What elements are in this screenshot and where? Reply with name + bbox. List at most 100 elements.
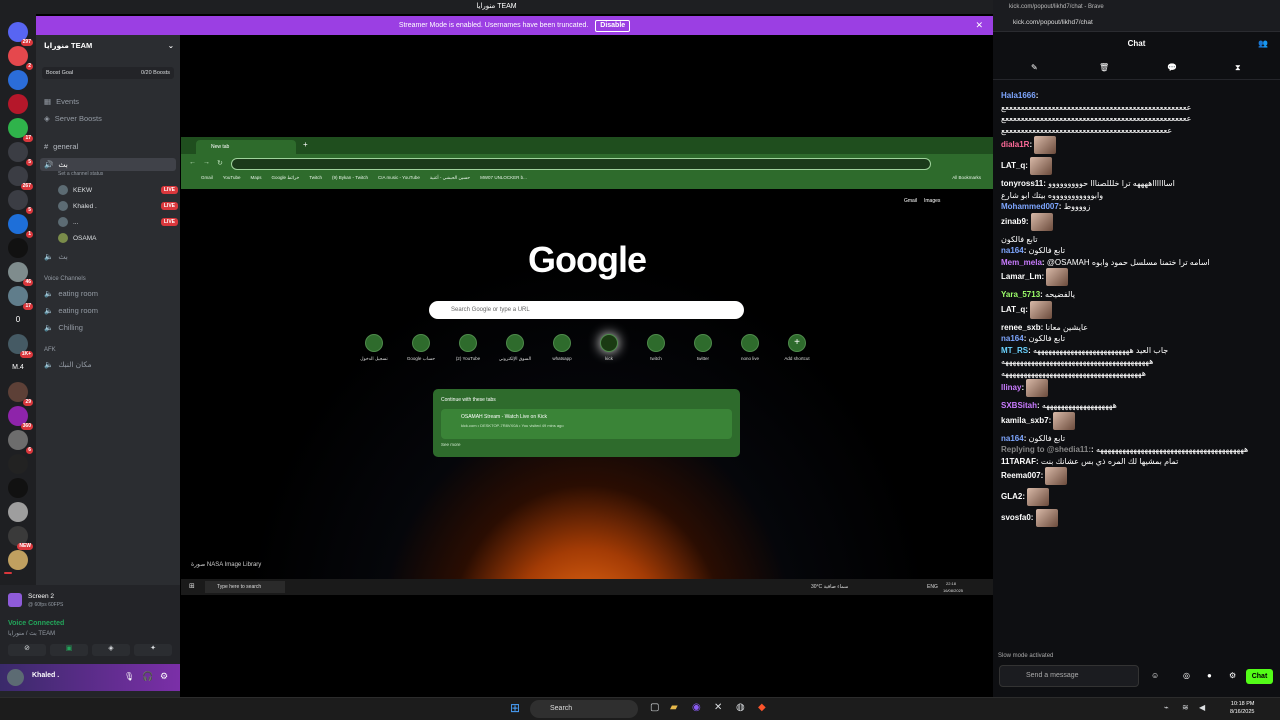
server-icon[interactable]: 2	[8, 46, 33, 70]
shortcut[interactable]: whatsapp	[539, 334, 585, 361]
task-view-icon[interactable]: ▢	[650, 702, 659, 713]
afk-section[interactable]: AFK	[44, 347, 56, 353]
forward-icon[interactable]: →	[203, 159, 210, 166]
voice-channel-active[interactable]: 🔊 بث	[40, 158, 176, 171]
server-icon[interactable]: 0	[8, 310, 28, 330]
address-bar[interactable]	[231, 158, 931, 170]
bookmark[interactable]: (9) Bykan - Twitch	[332, 175, 368, 185]
all-bookmarks[interactable]: All Bookmarks	[952, 175, 981, 185]
headphones-icon[interactable]: 🎧	[142, 671, 153, 682]
chat-input[interactable]: Send a message	[999, 665, 1139, 687]
chat-username[interactable]: Reema007	[1001, 471, 1041, 480]
server-icon[interactable]: 267	[8, 166, 33, 190]
pin-icon[interactable]: ✎	[1031, 63, 1038, 72]
voice-channel[interactable]: 🔈 بث	[44, 252, 68, 261]
app-icon[interactable]: ✕	[714, 702, 722, 713]
chat-send-button[interactable]: Chat	[1246, 669, 1273, 684]
gmail-link[interactable]: Gmail	[904, 198, 917, 204]
os-search-box[interactable]: Search	[530, 700, 638, 718]
chat-username[interactable]: Hala1666	[1001, 91, 1036, 100]
voice-user[interactable]: OSAMA	[58, 233, 178, 243]
chat-username[interactable]: 11TARAF	[1001, 457, 1036, 466]
chat-username[interactable]: Replying to @shedia11:	[1001, 445, 1091, 454]
hourglass-icon[interactable]: ⧗	[1235, 63, 1241, 73]
shortcut[interactable]: twitter	[680, 334, 726, 361]
windows-start-icon[interactable]: ⊞	[510, 701, 520, 715]
chat-username[interactable]: LAT_q	[1001, 161, 1025, 170]
brave-icon[interactable]: ◆	[758, 702, 766, 713]
server-icon[interactable]: 6	[8, 430, 33, 454]
images-link[interactable]: Images	[924, 198, 940, 204]
chat-username[interactable]: GLA2	[1001, 492, 1022, 501]
gear-icon[interactable]: ⚙	[160, 671, 168, 682]
trash-icon[interactable]: 🗑	[1099, 63, 1109, 72]
chat-username[interactable]: LAT_q	[1001, 305, 1025, 314]
app-icon[interactable]: ◍	[736, 702, 745, 713]
microphone-icon[interactable]: 🎙	[124, 672, 134, 681]
boost-goal[interactable]: Boost Goal 0/20 Boosts	[42, 67, 174, 79]
menu-server-boosts[interactable]: ◈ Server Boosts	[44, 114, 102, 123]
gear-icon[interactable]: ⚙	[1229, 671, 1236, 680]
volume-icon[interactable]: ◀	[1199, 703, 1205, 712]
stream-view[interactable]: New tab + ← → ↻ Gmail YouTube Maps Googl…	[181, 137, 993, 595]
bookmark[interactable]: Gmail	[201, 175, 213, 185]
voice-user[interactable]: Khaled . LIVE	[58, 201, 178, 211]
server-icon[interactable]	[8, 550, 28, 570]
reload-icon[interactable]: ↻	[217, 159, 223, 167]
camera-off-icon[interactable]: ⊘	[8, 644, 46, 656]
gift-icon[interactable]: ◎	[1183, 671, 1190, 680]
server-icon[interactable]: 1	[8, 214, 33, 238]
bookmark[interactable]: Google خرائط	[271, 175, 299, 185]
server-icon[interactable]: NEW	[8, 526, 33, 550]
voice-channel[interactable]: 🔈 مكان النبك	[44, 360, 92, 369]
file-explorer-icon[interactable]: ▰	[670, 702, 678, 713]
voice-channels-section[interactable]: Voice Channels	[44, 276, 86, 282]
chat-username[interactable]: renee_sxb	[1001, 323, 1041, 332]
tab-new-tab[interactable]: New tab	[196, 140, 296, 154]
emote-icon[interactable]: ☺	[1151, 671, 1159, 680]
voice-channel[interactable]: 🔈 eating room	[44, 289, 98, 298]
shortcut[interactable]: nono live	[727, 334, 773, 361]
server-icon[interactable]	[8, 478, 28, 498]
voice-user[interactable]: KEKW LIVE	[58, 185, 178, 195]
bookmark[interactable]: YouTube	[223, 175, 241, 185]
back-icon[interactable]: ←	[189, 159, 196, 166]
users-icon[interactable]: 👥	[1258, 33, 1268, 55]
voice-user[interactable]: ... LIVE	[58, 217, 178, 227]
shortcut[interactable]: السوق الإلكتروني	[492, 334, 538, 362]
chat-username[interactable]: na164	[1001, 434, 1024, 443]
channel-status[interactable]: Set a channel status	[58, 171, 103, 177]
os-clock[interactable]: 10:18 PM 8/16/2025	[1230, 700, 1254, 716]
chat-username[interactable]: diala1R	[1001, 140, 1029, 149]
bookmark[interactable]: Maps	[250, 175, 261, 185]
server-icon[interactable]: 5	[8, 142, 33, 166]
screen-share-button[interactable]: ▣	[50, 644, 88, 656]
add-shortcut[interactable]: + Add shortcut	[774, 334, 820, 361]
chat-username[interactable]: svosfa0	[1001, 513, 1031, 522]
server-icon[interactable]	[8, 70, 28, 90]
shortcut[interactable]: (2) YouTube	[445, 334, 491, 361]
channel-general[interactable]: # general	[44, 142, 78, 151]
server-header[interactable]: منورايا TEAM ⌄	[44, 41, 174, 50]
new-tab-icon[interactable]: +	[303, 140, 308, 149]
server-icon[interactable]	[8, 502, 28, 522]
nasa-credit[interactable]: صورة NASA Image Library	[191, 561, 261, 568]
close-icon[interactable]: ✕	[975, 16, 983, 35]
server-icon[interactable]: 29	[8, 382, 33, 406]
server-icon[interactable]	[8, 454, 28, 474]
chat-username[interactable]: tonyross11	[1001, 179, 1043, 188]
shortcut[interactable]: kick	[586, 334, 632, 361]
wifi-icon[interactable]: ≋	[1182, 703, 1189, 712]
google-search-input[interactable]: Search Google or type a URL	[429, 301, 744, 319]
server-icon[interactable]: 17	[8, 286, 33, 310]
chat-username[interactable]: kamila_sxb7	[1001, 416, 1049, 425]
chat-username[interactable]: na164	[1001, 334, 1024, 343]
voice-channel[interactable]: 🔈 eating room	[44, 306, 98, 315]
server-icon[interactable]	[8, 238, 28, 258]
server-icon[interactable]: 360	[8, 406, 33, 430]
server-icon[interactable]: M.4	[8, 358, 28, 378]
chat-username[interactable]: zinab9	[1001, 217, 1026, 226]
chat-username[interactable]: llinay	[1001, 383, 1021, 392]
chat-username[interactable]: Mem_mela	[1001, 258, 1042, 267]
shortcut[interactable]: Google حساب	[398, 334, 444, 362]
